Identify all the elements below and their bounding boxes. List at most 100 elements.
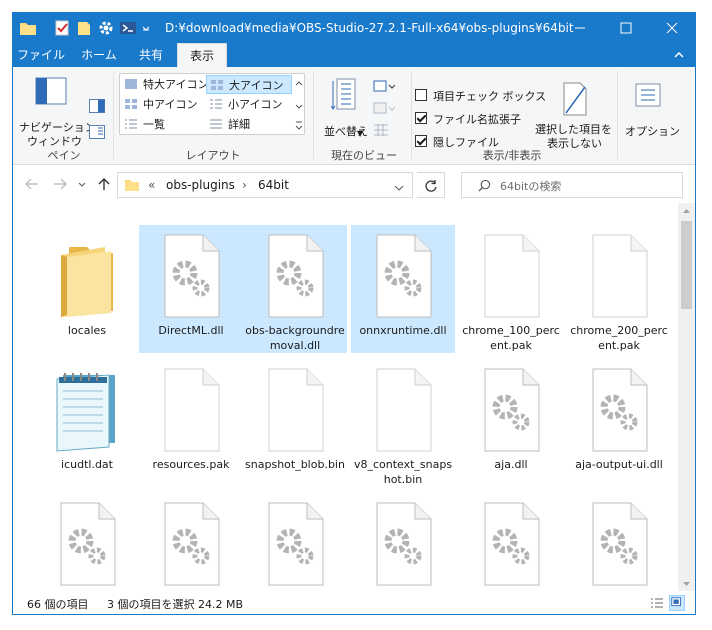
file-item[interactable]: DirectML.dll: [139, 225, 243, 353]
ribbon-separator: [113, 71, 114, 159]
details-view-icon: [651, 598, 663, 608]
large-icons-view-button[interactable]: [669, 595, 685, 611]
file-item[interactable]: frontend-tools.dl: [567, 493, 671, 591]
address-bar[interactable]: « obs-plugins › 64bit: [117, 172, 413, 198]
item-checkboxes-label[interactable]: 項目チェック ボックス: [433, 88, 546, 104]
blank-file-icon: [151, 365, 231, 453]
tab-file[interactable]: ファイル: [13, 43, 69, 67]
layout-list[interactable]: 一覧: [121, 115, 205, 134]
preview-pane-icon[interactable]: [89, 99, 105, 116]
size-columns-icon[interactable]: [373, 123, 389, 140]
file-item[interactable]: icudtl.dat: [35, 359, 139, 487]
file-item[interactable]: locales: [35, 225, 139, 353]
breadcrumb-obs-plugins[interactable]: obs-plugins: [166, 178, 235, 192]
file-item[interactable]: chrome_elf.dll: [35, 493, 139, 591]
file-name-label: DirectML.dll: [158, 324, 224, 337]
hidden-files-checkbox[interactable]: [415, 135, 427, 147]
gear-icon[interactable]: [97, 19, 115, 37]
layout-large-icons[interactable]: 大アイコン: [206, 75, 292, 94]
file-name-label: obs-backgroundremoval.dll: [245, 324, 345, 352]
up-arrow-icon[interactable]: [97, 178, 111, 190]
file-item[interactable]: resources.pak: [139, 359, 243, 487]
file-name-label: chrome_100_percent.pak: [462, 324, 560, 352]
add-columns-icon[interactable]: [373, 101, 396, 118]
file-extensions-label[interactable]: ファイル名拡張子: [433, 111, 521, 127]
tab-share[interactable]: 共有: [129, 43, 173, 67]
file-item[interactable]: chrome_100_percent.pak: [459, 225, 563, 353]
dll-gear-icon: [363, 499, 443, 587]
file-name-label: locales: [67, 324, 107, 337]
layout-extra-large-icons[interactable]: 特大アイコン: [121, 75, 208, 94]
group-by-icon[interactable]: [373, 79, 396, 96]
scroll-up-icon[interactable]: [682, 207, 691, 216]
properties-icon[interactable]: [53, 19, 71, 37]
layout-details[interactable]: 詳細: [206, 115, 292, 134]
maximize-button[interactable]: [603, 13, 649, 43]
powershell-icon[interactable]: [119, 19, 137, 37]
scrollbar-thumb[interactable]: [681, 221, 692, 309]
ribbon: ナビゲーション ウィンドウ ペイン 特大アイコン 大アイコン 中アイコン 小アイ…: [13, 67, 695, 165]
dll-gear-icon: [255, 231, 335, 319]
layout-medium-icons[interactable]: 中アイコン: [121, 95, 205, 114]
file-extensions-checkbox[interactable]: [415, 112, 427, 124]
navigation-pane-icon[interactable]: [35, 75, 69, 112]
tab-home[interactable]: ホーム: [71, 43, 127, 67]
file-item[interactable]: obs-backgroundremoval.dll: [243, 225, 347, 353]
blank-file-icon: [471, 231, 551, 319]
folder-icon: [47, 231, 127, 319]
dll-gear-icon: [151, 231, 231, 319]
file-name-label: snapshot_blob.bin: [245, 458, 345, 471]
breadcrumb-overflow[interactable]: «: [148, 178, 155, 192]
search-box[interactable]: 64bitの検索: [461, 172, 683, 198]
collapse-ribbon-icon[interactable]: [673, 49, 685, 61]
minimize-button[interactable]: [557, 13, 603, 43]
file-item[interactable]: v8_context_snapshot.bin: [351, 359, 455, 487]
file-item[interactable]: coreaudio-encod: [139, 493, 243, 591]
search-input[interactable]: 64bitの検索: [500, 178, 561, 194]
title-bar[interactable]: D:¥download¥media¥OBS-Studio-27.2.1-Full…: [13, 13, 695, 43]
options-label[interactable]: オプション: [625, 123, 680, 139]
file-name-label: aja.dll: [494, 458, 528, 471]
item-checkboxes-checkbox[interactable]: [415, 89, 427, 101]
blank-file-icon: [579, 231, 659, 319]
file-item[interactable]: decklink-caption: [243, 493, 347, 591]
refresh-button[interactable]: [417, 172, 445, 198]
folder-icon[interactable]: [19, 19, 37, 37]
back-arrow-icon[interactable]: [25, 178, 39, 190]
dll-gear-icon: [363, 231, 443, 319]
file-name-label: v8_context_snapshot.bin: [353, 458, 453, 486]
vertical-scrollbar[interactable]: [678, 203, 695, 591]
details-view-button[interactable]: [649, 595, 665, 611]
sort-by-icon[interactable]: [330, 77, 361, 116]
window-title: D:¥download¥media¥OBS-Studio-27.2.1-Full…: [165, 21, 574, 35]
forward-arrow-icon[interactable]: [53, 178, 67, 190]
details-pane-icon[interactable]: [89, 125, 105, 142]
layout-small-icons[interactable]: 小アイコン: [206, 95, 292, 114]
breadcrumb-64bit[interactable]: 64bit: [258, 178, 289, 192]
file-item[interactable]: aja-output-ui.dll: [567, 359, 671, 487]
close-button[interactable]: [649, 13, 695, 43]
new-folder-icon[interactable]: [75, 19, 93, 37]
file-item[interactable]: onnxruntime.dll: [351, 225, 455, 353]
notepad-icon: [47, 365, 127, 453]
file-name-label: aja-output-ui.dll: [575, 458, 663, 471]
file-item[interactable]: decklink-ouput-: [351, 493, 455, 591]
file-item[interactable]: snapshot_blob.bin: [243, 359, 347, 487]
large-icons-view-icon: [671, 597, 681, 607]
layout-scroll-icon[interactable]: [294, 78, 304, 132]
recent-locations-icon[interactable]: [77, 178, 87, 190]
file-name-label: icudtl.dat: [61, 458, 113, 471]
file-item[interactable]: aja.dll: [459, 359, 563, 487]
tab-view[interactable]: 表示: [177, 43, 227, 67]
chevron-down-icon[interactable]: ▼: [357, 129, 363, 138]
file-grid[interactable]: locales DirectML.dll obs-backgroundremoval…: [13, 203, 678, 591]
ribbon-separator: [411, 71, 412, 159]
options-icon[interactable]: [633, 81, 663, 114]
hide-selected-icon[interactable]: [561, 81, 589, 120]
dll-gear-icon: [255, 499, 335, 587]
scroll-down-icon[interactable]: [682, 579, 691, 588]
address-dropdown-icon[interactable]: [394, 181, 404, 195]
customize-toolbar-icon[interactable]: [141, 19, 151, 37]
file-item[interactable]: chrome_200_percent.pak: [567, 225, 671, 353]
file-item[interactable]: enc-amf.dll: [459, 493, 563, 591]
